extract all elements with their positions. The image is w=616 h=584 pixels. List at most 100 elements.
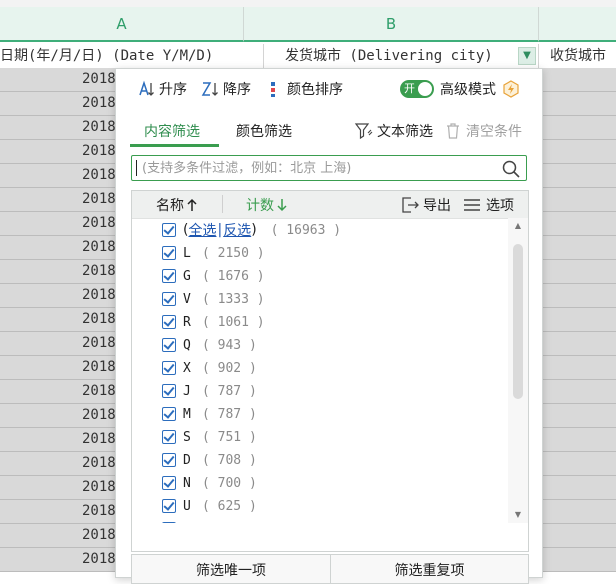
item-checkbox[interactable] <box>162 269 176 283</box>
list-item[interactable]: N ( 700 ) <box>162 472 257 494</box>
menu-lines-icon <box>464 199 480 211</box>
item-checkbox[interactable] <box>162 476 176 490</box>
options-label: 选项 <box>486 198 514 214</box>
select-separator: | <box>217 222 223 238</box>
date-column-cell[interactable]: 日期(年/月/日) (Date Y/M/D) <box>0 44 264 68</box>
export-button[interactable]: 导出 <box>400 195 451 215</box>
city-column-cell[interactable]: 发货城市 (Delivering city) <box>264 44 539 68</box>
item-checkbox[interactable] <box>162 407 176 421</box>
item-checkbox[interactable] <box>162 453 176 467</box>
item-name: Q <box>183 337 191 353</box>
list-item[interactable]: R ( 1061 ) <box>162 311 265 333</box>
scroll-up-icon[interactable]: ▲ <box>508 220 528 232</box>
list-item[interactable]: K( 604 ) <box>162 518 257 523</box>
date-cell-value: 2018 <box>82 95 116 111</box>
item-count: ( 625 ) <box>202 498 257 514</box>
item-name: J <box>183 383 191 399</box>
date-cell-value: 2018 <box>82 335 116 351</box>
item-count: ( 1333 ) <box>202 291 265 307</box>
list-scrollbar[interactable]: ▲ ▼ <box>508 218 528 523</box>
list-item[interactable]: V ( 1333 ) <box>162 288 265 310</box>
select-all-checkbox[interactable] <box>162 223 176 237</box>
date-cell-value: 2018 <box>82 287 116 303</box>
toggle-switch[interactable]: 开 <box>400 80 434 98</box>
search-input[interactable] <box>142 158 492 178</box>
item-name: M <box>183 406 191 422</box>
text-filter-button[interactable]: 文本筛选 <box>354 121 433 141</box>
list-item[interactable]: G ( 1676 ) <box>162 265 265 287</box>
tab-color-filter[interactable]: 颜色筛选 <box>236 121 292 141</box>
table-header-row: 日期(年/月/日) (Date Y/M/D) 发货城市 (Delivering … <box>0 44 616 69</box>
item-checkbox[interactable] <box>162 430 176 444</box>
sort-ascending-button[interactable]: 升序 <box>136 78 187 100</box>
arrow-down-icon <box>277 199 287 212</box>
date-cell-value: 2018 <box>82 167 116 183</box>
item-count: ( 902 ) <box>202 360 257 376</box>
scrollbar-thumb[interactable] <box>513 244 523 399</box>
filter-panel: 升序 降序 颜色排序 开 高级模式 内容筛选 颜色筛选 文本筛选 清空条件 (支… <box>115 68 543 584</box>
header-divider <box>222 195 223 213</box>
clear-conditions-button[interactable]: 清空条件 <box>444 121 522 141</box>
item-checkbox[interactable] <box>162 315 176 329</box>
item-checkbox[interactable] <box>162 246 176 260</box>
item-checkbox[interactable] <box>162 338 176 352</box>
item-count: ( 1676 ) <box>202 268 265 284</box>
sort-by-name-button[interactable]: 名称 <box>156 195 198 215</box>
date-cell-value: 2018 <box>82 407 116 423</box>
filter-dropdown-button[interactable]: ▼ <box>518 47 536 65</box>
select-all-item[interactable]: ( 全选 | 反选 ) ( 16963 ) <box>162 219 341 241</box>
item-name: X <box>183 360 191 376</box>
toggle-on-label: 开 <box>404 82 415 95</box>
list-item[interactable]: D ( 708 ) <box>162 449 257 471</box>
item-checkbox[interactable] <box>162 384 176 398</box>
item-checkbox[interactable] <box>162 499 176 513</box>
item-count: ( 943 ) <box>202 337 257 353</box>
advanced-mode-toggle[interactable]: 开 高级模式 <box>400 78 523 100</box>
total-count: ( 16963 ) <box>270 222 342 238</box>
receiving-city-column-cell[interactable]: 收货城市 <box>539 44 616 68</box>
item-count: ( 1061 ) <box>202 314 265 330</box>
name-header-label: 名称 <box>156 198 184 214</box>
item-checkbox[interactable] <box>162 361 176 375</box>
date-cell-value: 2018 <box>82 431 116 447</box>
sort-ascending-icon <box>139 80 154 96</box>
column-header-b[interactable]: B <box>244 7 539 42</box>
sort-descending-button[interactable]: 降序 <box>200 78 251 100</box>
item-name: K <box>183 522 202 524</box>
item-name: S <box>183 429 191 445</box>
item-count: ( 604 ) <box>202 522 257 524</box>
clear-conditions-label: 清空条件 <box>466 124 522 140</box>
color-sort-button[interactable]: 颜色排序 <box>268 78 343 100</box>
list-item[interactable]: Q ( 943 ) <box>162 334 257 356</box>
options-button[interactable]: 选项 <box>462 195 514 215</box>
sort-by-count-button[interactable]: 计数 <box>246 195 288 215</box>
item-checkbox[interactable] <box>162 522 176 523</box>
list-item[interactable]: M ( 787 ) <box>162 403 257 425</box>
item-name: N <box>183 475 191 491</box>
active-tab-indicator <box>130 144 219 147</box>
text-filter-label: 文本筛选 <box>377 124 433 140</box>
column-header-c[interactable] <box>539 7 616 42</box>
list-item[interactable]: U ( 625 ) <box>162 495 257 517</box>
list-item[interactable]: L ( 2150 ) <box>162 242 265 264</box>
select-all-link[interactable]: 全选 <box>188 220 216 240</box>
scroll-down-icon[interactable]: ▼ <box>508 509 528 521</box>
search-icon[interactable] <box>501 159 521 179</box>
list-item[interactable]: J ( 787 ) <box>162 380 257 402</box>
list-item[interactable]: S ( 751 ) <box>162 426 257 448</box>
item-name: L <box>183 245 191 261</box>
date-cell-value: 2018 <box>82 71 116 87</box>
item-name: V <box>183 291 191 307</box>
column-header-a[interactable]: A <box>0 7 244 42</box>
text-caret <box>136 160 137 176</box>
filter-unique-button[interactable]: 筛选唯一项 <box>131 554 331 584</box>
search-box[interactable] <box>131 155 527 181</box>
filter-duplicate-button[interactable]: 筛选重复项 <box>330 554 529 584</box>
item-name: U <box>183 498 191 514</box>
item-count: ( 787 ) <box>202 406 257 422</box>
item-checkbox[interactable] <box>162 292 176 306</box>
invert-selection-link[interactable]: 反选 <box>223 220 251 240</box>
list-item[interactable]: X ( 902 ) <box>162 357 257 379</box>
tab-content-filter[interactable]: 内容筛选 <box>144 121 200 141</box>
filter-tabs: 内容筛选 颜色筛选 文本筛选 清空条件 <box>116 115 542 147</box>
